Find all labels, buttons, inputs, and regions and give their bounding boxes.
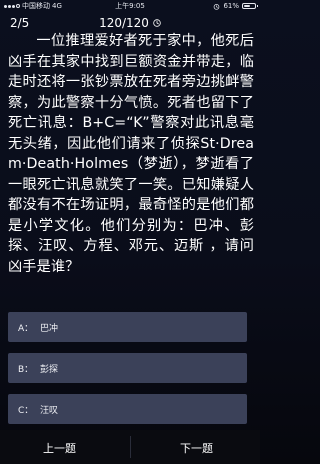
prev-question-button[interactable]: 上一题	[43, 440, 76, 456]
bottom-nav: 上一题 下一题	[0, 430, 260, 464]
clock-icon	[153, 19, 161, 27]
battery-percent: 61%	[223, 2, 239, 10]
option-b-letter: B：	[18, 364, 34, 375]
option-c-text: 汪叹	[40, 405, 59, 416]
quiz-header: 2/5 120/120	[0, 14, 260, 32]
option-c-button[interactable]: C： 汪叹	[8, 394, 247, 424]
next-question-button[interactable]: 下一题	[180, 440, 213, 456]
status-right: 61%	[213, 0, 258, 12]
option-a-letter: A：	[18, 323, 34, 334]
nav-divider	[130, 436, 131, 458]
option-a-text: 巴冲	[40, 323, 59, 334]
option-c-letter: C：	[18, 405, 34, 416]
status-bar: 中国移动 4G 上午9:05 61%	[0, 0, 260, 12]
score-counter: 120/120	[99, 16, 149, 30]
option-b-text: 彭探	[40, 364, 59, 375]
option-b-button[interactable]: B： 彭探	[8, 353, 247, 383]
battery-fill	[244, 5, 251, 7]
alarm-icon	[214, 3, 220, 10]
battery-icon	[242, 3, 258, 9]
question-text: 一位推理爱好者死于家中，他死后凶手在其家中找到巨额资金并带走，临走时还将一张钞票…	[8, 33, 254, 275]
option-a-button[interactable]: A： 巴冲	[8, 312, 247, 342]
answer-options: A： 巴冲 B： 彭探 C： 汪叹	[8, 312, 247, 435]
